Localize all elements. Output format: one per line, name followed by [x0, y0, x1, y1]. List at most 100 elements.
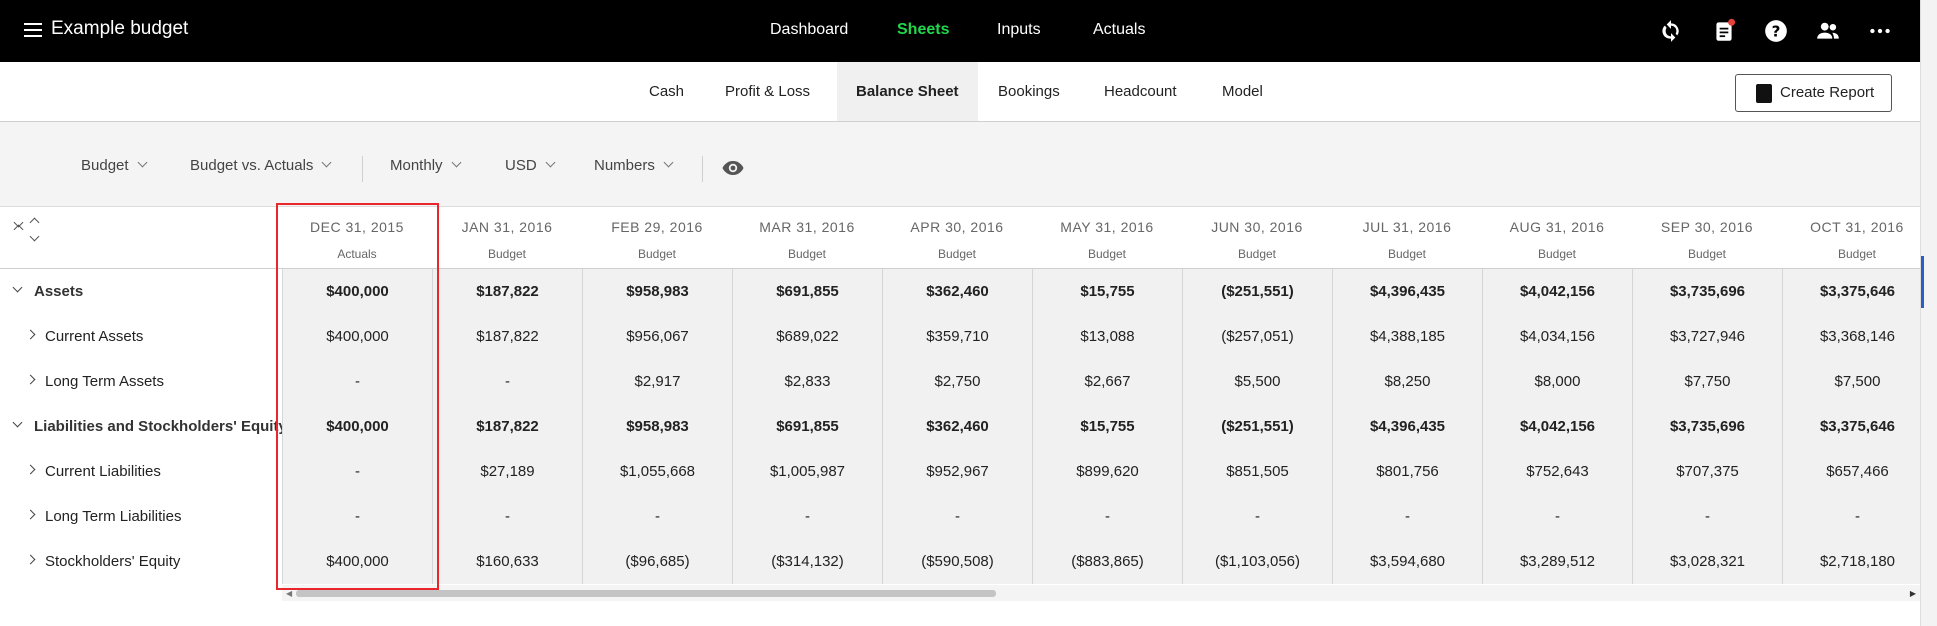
table-cell[interactable]: $4,396,435 — [1332, 269, 1482, 314]
table-cell[interactable]: $2,750 — [882, 359, 1032, 404]
scroll-right-icon[interactable]: ▶ — [1910, 589, 1916, 598]
table-cell[interactable]: ($314,132) — [732, 539, 882, 584]
table-cell[interactable]: - — [732, 494, 882, 539]
table-cell[interactable]: $4,042,156 — [1482, 404, 1632, 449]
table-cell[interactable]: $3,727,946 — [1632, 314, 1782, 359]
filter-currency[interactable]: USD — [505, 157, 556, 174]
table-cell[interactable]: $3,375,646 — [1782, 404, 1932, 449]
table-cell[interactable]: $3,594,680 — [1332, 539, 1482, 584]
table-cell[interactable]: - — [282, 359, 432, 404]
table-cell[interactable]: - — [882, 494, 1032, 539]
row-header[interactable]: Liabilities and Stockholders' Equity — [0, 404, 287, 449]
table-cell[interactable]: $2,718,180 — [1782, 539, 1932, 584]
filter-comparison[interactable]: Budget vs. Actuals — [190, 157, 332, 174]
table-cell[interactable]: $707,375 — [1632, 449, 1782, 494]
nav-inputs[interactable]: Inputs — [997, 21, 1041, 39]
help-icon[interactable]: ? — [1763, 18, 1789, 44]
tab-model[interactable]: Model — [1203, 62, 1282, 121]
table-cell[interactable]: ($96,685) — [582, 539, 732, 584]
row-header[interactable]: Long Term Liabilities — [0, 494, 282, 539]
table-cell[interactable]: ($251,551) — [1182, 404, 1332, 449]
table-cell[interactable]: ($590,508) — [882, 539, 1032, 584]
table-cell[interactable]: ($883,865) — [1032, 539, 1182, 584]
table-cell[interactable]: - — [432, 494, 582, 539]
table-cell[interactable]: $2,667 — [1032, 359, 1182, 404]
table-cell[interactable]: $4,396,435 — [1332, 404, 1482, 449]
table-cell[interactable]: $691,855 — [732, 269, 882, 314]
eye-icon[interactable] — [721, 156, 745, 180]
table-cell[interactable]: $2,917 — [582, 359, 732, 404]
chevron-right-icon[interactable] — [25, 374, 36, 385]
expand-collapse-all-icon[interactable] — [13, 217, 43, 251]
menu-icon[interactable] — [24, 23, 42, 37]
tab-profit-loss[interactable]: Profit & Loss — [706, 62, 829, 121]
row-header[interactable]: Current Liabilities — [0, 449, 282, 494]
table-cell[interactable]: $752,643 — [1482, 449, 1632, 494]
nav-dashboard[interactable]: Dashboard — [770, 21, 848, 39]
table-cell[interactable]: $1,055,668 — [582, 449, 732, 494]
tab-headcount[interactable]: Headcount — [1085, 62, 1196, 121]
chevron-right-icon[interactable] — [25, 554, 36, 565]
table-cell[interactable]: - — [1032, 494, 1182, 539]
horizontal-scrollbar[interactable]: ◀ ▶ — [282, 585, 1920, 601]
users-icon[interactable] — [1815, 18, 1841, 44]
chevron-right-icon[interactable] — [25, 464, 36, 475]
table-cell[interactable]: $4,034,156 — [1482, 314, 1632, 359]
more-icon[interactable] — [1867, 18, 1893, 44]
table-cell[interactable]: ($257,051) — [1182, 314, 1332, 359]
table-cell[interactable]: $7,750 — [1632, 359, 1782, 404]
table-cell[interactable]: $3,028,321 — [1632, 539, 1782, 584]
chevron-right-icon[interactable] — [25, 509, 36, 520]
table-cell[interactable]: $2,833 — [732, 359, 882, 404]
table-cell[interactable]: $657,466 — [1782, 449, 1932, 494]
table-cell[interactable]: $952,967 — [882, 449, 1032, 494]
table-cell[interactable]: $362,460 — [882, 269, 1032, 314]
chevron-right-icon[interactable] — [25, 329, 36, 340]
table-cell[interactable]: ($1,103,056) — [1182, 539, 1332, 584]
nav-actuals[interactable]: Actuals — [1093, 21, 1145, 39]
table-cell[interactable]: $3,375,646 — [1782, 269, 1932, 314]
table-cell[interactable]: $400,000 — [282, 539, 432, 584]
table-cell[interactable]: $691,855 — [732, 404, 882, 449]
table-cell[interactable]: $359,710 — [882, 314, 1032, 359]
table-cell[interactable]: $400,000 — [282, 269, 432, 314]
row-header[interactable]: Long Term Assets — [0, 359, 282, 404]
table-cell[interactable]: - — [582, 494, 732, 539]
table-cell[interactable]: - — [432, 359, 582, 404]
table-cell[interactable]: $362,460 — [882, 404, 1032, 449]
table-cell[interactable]: $187,822 — [432, 269, 582, 314]
table-cell[interactable]: $851,505 — [1182, 449, 1332, 494]
sync-icon[interactable] — [1658, 18, 1684, 44]
create-report-button[interactable]: Create Report — [1735, 74, 1892, 112]
table-cell[interactable]: $958,983 — [582, 269, 732, 314]
chevron-down-icon[interactable] — [12, 282, 23, 293]
tab-cash[interactable]: Cash — [630, 62, 703, 121]
table-cell[interactable]: $160,633 — [432, 539, 582, 584]
row-header[interactable]: Stockholders' Equity — [0, 539, 282, 584]
table-cell[interactable]: $899,620 — [1032, 449, 1182, 494]
tab-bookings[interactable]: Bookings — [979, 62, 1079, 121]
table-cell[interactable]: $4,042,156 — [1482, 269, 1632, 314]
table-cell[interactable]: $13,088 — [1032, 314, 1182, 359]
table-cell[interactable]: $3,735,696 — [1632, 404, 1782, 449]
filter-period[interactable]: Monthly — [390, 157, 461, 174]
table-cell[interactable]: - — [282, 449, 432, 494]
table-cell[interactable]: $400,000 — [282, 404, 432, 449]
table-cell[interactable]: - — [1632, 494, 1782, 539]
table-cell[interactable]: $3,368,146 — [1782, 314, 1932, 359]
row-header[interactable]: Assets — [0, 269, 282, 314]
table-cell[interactable]: $1,005,987 — [732, 449, 882, 494]
table-cell[interactable]: $3,735,696 — [1632, 269, 1782, 314]
filter-scenario[interactable]: Budget — [81, 157, 147, 174]
tab-balance-sheet[interactable]: Balance Sheet — [837, 62, 978, 121]
table-cell[interactable]: $187,822 — [432, 314, 582, 359]
table-cell[interactable]: $956,067 — [582, 314, 732, 359]
table-cell[interactable]: - — [1782, 494, 1932, 539]
table-cell[interactable]: $8,000 — [1482, 359, 1632, 404]
clipboard-notification-icon[interactable] — [1711, 18, 1737, 44]
scroll-thumb[interactable] — [296, 590, 996, 597]
table-cell[interactable]: $7,500 — [1782, 359, 1932, 404]
table-cell[interactable]: $27,189 — [432, 449, 582, 494]
table-cell[interactable]: $801,756 — [1332, 449, 1482, 494]
table-cell[interactable]: $15,755 — [1032, 269, 1182, 314]
